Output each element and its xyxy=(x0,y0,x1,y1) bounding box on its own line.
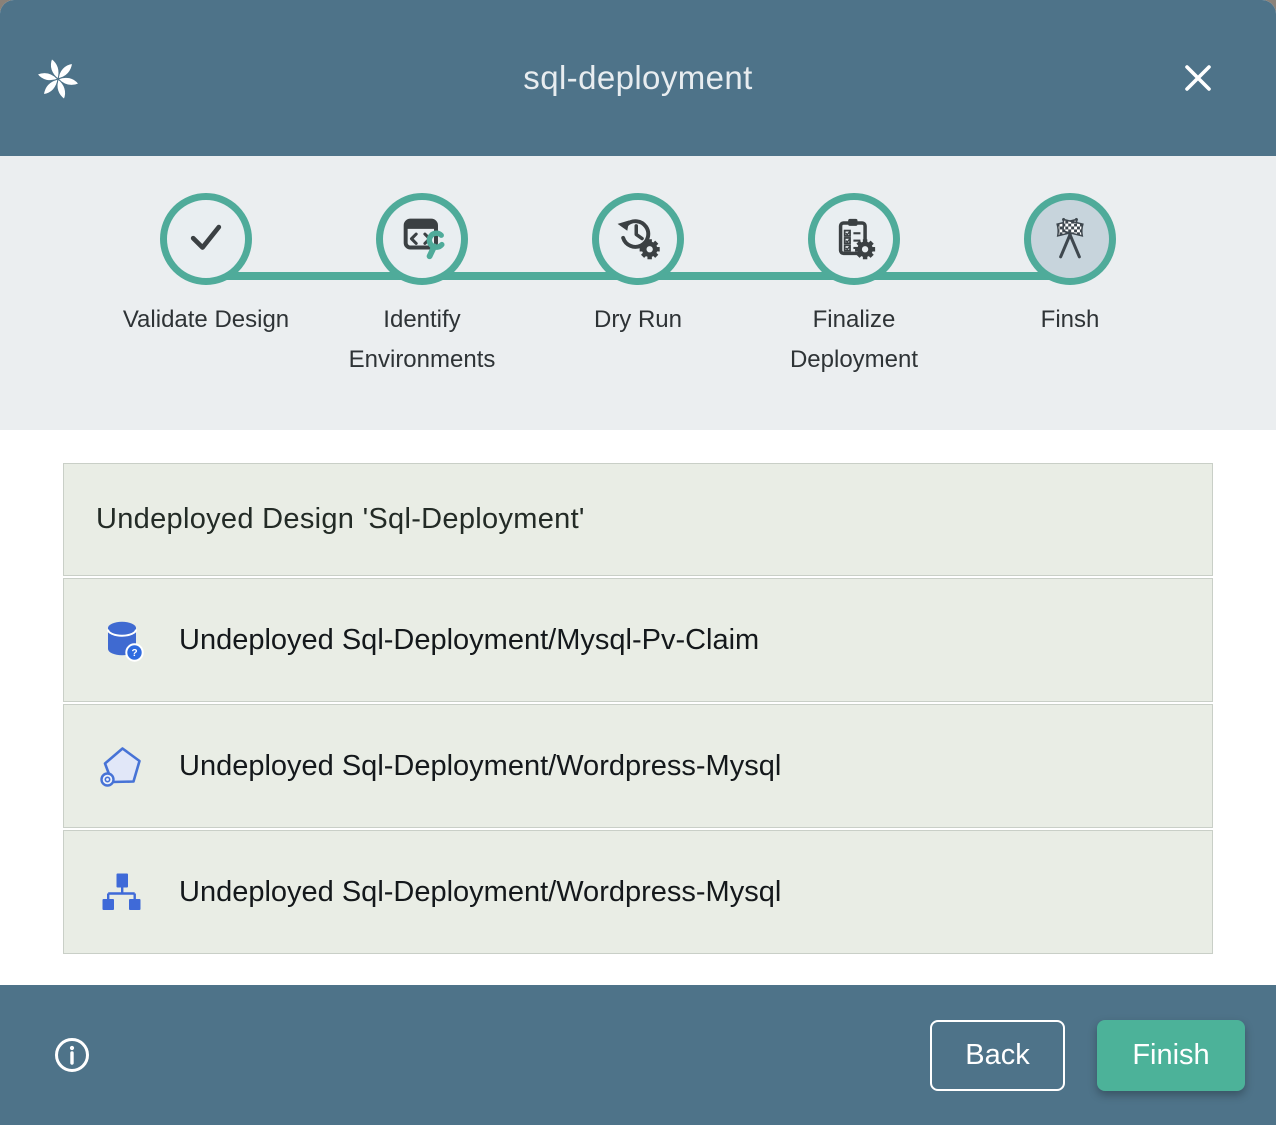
close-button[interactable] xyxy=(1172,52,1224,104)
meshery-logo-icon xyxy=(33,54,83,104)
step-circle xyxy=(592,193,684,285)
svg-text:?: ? xyxy=(131,648,137,659)
check-icon xyxy=(178,209,234,270)
info-icon xyxy=(52,1063,92,1078)
result-text: Undeployed Sql-Deployment/Wordpress-Mysq… xyxy=(179,750,781,783)
step-label: Validate Design xyxy=(123,300,289,340)
result-row: Undeployed Sql-Deployment/Wordpress-Mysq… xyxy=(63,830,1213,954)
results-section: Undeployed Design 'Sql-Deployment' ? Und… xyxy=(0,430,1276,985)
code-window-wrench-icon xyxy=(394,209,450,270)
stepper: Validate Design xyxy=(0,156,1276,430)
results-header-text: Undeployed Design 'Sql-Deployment' xyxy=(96,503,585,536)
step-label: Dry Run xyxy=(594,300,682,340)
pod-icon xyxy=(98,742,146,790)
step-circle-active xyxy=(1024,193,1116,285)
step-finish: Finsh xyxy=(962,193,1178,380)
step-circle xyxy=(808,193,900,285)
result-text: Undeployed Sql-Deployment/Mysql-Pv-Claim xyxy=(179,624,759,657)
hierarchy-icon xyxy=(98,868,146,916)
step-finalize-deployment: Finalize Deployment xyxy=(746,193,962,380)
clipboard-gear-icon xyxy=(826,209,882,270)
results-panel: Undeployed Design 'Sql-Deployment' ? Und… xyxy=(63,463,1213,954)
step-label: Identify Environments xyxy=(317,300,527,380)
close-icon xyxy=(1178,86,1218,101)
footer: Back Finish xyxy=(0,985,1276,1125)
step-validate-design: Validate Design xyxy=(98,193,314,380)
step-label: Finsh xyxy=(1041,300,1100,340)
back-button[interactable]: Back xyxy=(930,1020,1065,1091)
step-label: Finalize Deployment xyxy=(749,300,959,380)
step-identify-environments: Identify Environments xyxy=(314,193,530,380)
results-header-row: Undeployed Design 'Sql-Deployment' xyxy=(63,463,1213,576)
result-text: Undeployed Sql-Deployment/Wordpress-Mysq… xyxy=(179,876,781,909)
database-icon: ? xyxy=(98,616,146,664)
result-row: Undeployed Sql-Deployment/Wordpress-Mysq… xyxy=(63,704,1213,828)
result-row: ? Undeployed Sql-Deployment/Mysql-Pv-Cla… xyxy=(63,578,1213,702)
dialog-title: sql-deployment xyxy=(523,59,752,97)
dry-run-history-gear-icon xyxy=(610,209,666,270)
step-dry-run: Dry Run xyxy=(530,193,746,380)
finish-button[interactable]: Finish xyxy=(1097,1020,1245,1091)
step-circle xyxy=(376,193,468,285)
deployment-wizard-dialog: sql-deployment xyxy=(0,0,1276,1125)
titlebar: sql-deployment xyxy=(0,0,1276,156)
info-button[interactable] xyxy=(52,1035,92,1075)
checkered-flags-icon xyxy=(1042,209,1098,270)
step-circle xyxy=(160,193,252,285)
